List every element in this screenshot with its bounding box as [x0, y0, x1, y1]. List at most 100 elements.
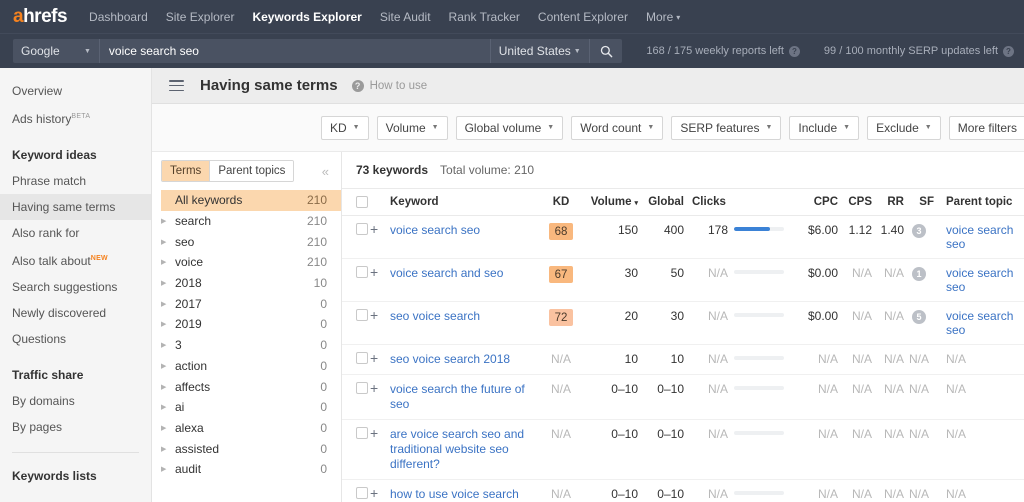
help-icon[interactable]: ?	[1003, 46, 1014, 57]
expand-triangle-icon[interactable]: ▶	[161, 300, 175, 308]
plus-icon[interactable]: +	[370, 352, 378, 365]
collapse-panel-icon[interactable]: «	[322, 164, 329, 179]
header-rr[interactable]: RR	[872, 189, 904, 216]
term-row[interactable]: ▶alexa0	[161, 418, 341, 439]
term-row[interactable]: ▶seo210	[161, 231, 341, 252]
sidebar-item-by-domains[interactable]: By domains	[0, 388, 151, 414]
keyword-link[interactable]: voice search seo	[390, 223, 540, 238]
nav-item-site-explorer[interactable]: Site Explorer	[166, 10, 235, 24]
sidebar-item-phrase-match[interactable]: Phrase match	[0, 168, 151, 194]
header-volume[interactable]: Volume▾	[582, 189, 638, 216]
term-row[interactable]: ▶20190	[161, 314, 341, 335]
country-select[interactable]: United States ▼	[491, 39, 590, 63]
row-checkbox[interactable]	[356, 487, 368, 499]
row-checkbox[interactable]	[356, 427, 368, 439]
sidebar-item-also-rank-for[interactable]: Also rank for	[0, 220, 151, 246]
filter-global-volume[interactable]: Global volume▼	[456, 116, 564, 140]
header-global[interactable]: Global	[638, 189, 684, 216]
how-to-use-link[interactable]: ? How to use	[352, 80, 428, 92]
filter-include[interactable]: Include▼	[789, 116, 859, 140]
term-row[interactable]: ▶201810	[161, 273, 341, 294]
expand-triangle-icon[interactable]: ▶	[161, 258, 175, 266]
header-cpc[interactable]: CPC	[794, 189, 838, 216]
expand-triangle-icon[interactable]: ▶	[161, 217, 175, 225]
expand-triangle-icon[interactable]: ▶	[161, 445, 175, 453]
tab-terms[interactable]: Terms	[162, 161, 209, 181]
nav-item-site-audit[interactable]: Site Audit	[380, 10, 431, 24]
plus-icon[interactable]: +	[370, 427, 378, 440]
term-row[interactable]: ▶20170	[161, 293, 341, 314]
ahrefs-logo[interactable]: ahrefs	[13, 7, 67, 26]
menu-icon[interactable]	[169, 80, 184, 91]
term-row[interactable]: ▶ai0	[161, 397, 341, 418]
row-checkbox[interactable]	[356, 223, 368, 235]
filter-more-filters[interactable]: More filters▼	[949, 116, 1024, 140]
search-engine-select[interactable]: Google ▼	[13, 39, 100, 63]
expand-triangle-icon[interactable]: ▶	[161, 238, 175, 246]
expand-triangle-icon[interactable]: ▶	[161, 341, 175, 349]
header-clicks[interactable]: Clicks	[684, 189, 728, 216]
row-checkbox[interactable]	[356, 352, 368, 364]
parent-topic-link[interactable]: voice search seo	[934, 266, 1024, 294]
nav-item-rank-tracker[interactable]: Rank Tracker	[449, 10, 520, 24]
expand-triangle-icon[interactable]: ▶	[161, 320, 175, 328]
keyword-link[interactable]: how to use voice search for seo	[390, 487, 540, 502]
nav-item-content-explorer[interactable]: Content Explorer	[538, 10, 628, 24]
sidebar-section-keywords-lists[interactable]: Keywords lists	[0, 463, 151, 489]
term-row[interactable]: ▶action0	[161, 356, 341, 377]
term-row[interactable]: ▶assisted0	[161, 438, 341, 459]
search-button[interactable]	[590, 39, 623, 63]
row-checkbox[interactable]	[356, 382, 368, 394]
plus-icon[interactable]: +	[370, 382, 378, 395]
term-row[interactable]: ▶affects0	[161, 376, 341, 397]
sidebar-item-ads-history[interactable]: Ads historyBETA	[0, 104, 151, 132]
filter-kd[interactable]: KD▼	[321, 116, 369, 140]
term-row[interactable]: ▶voice210	[161, 252, 341, 273]
plus-icon[interactable]: +	[370, 309, 378, 322]
search-input[interactable]: voice search seo	[100, 39, 491, 63]
sidebar-item-newly-discovered[interactable]: Newly discovered	[0, 300, 151, 326]
expand-triangle-icon[interactable]: ▶	[161, 362, 175, 370]
keyword-link[interactable]: are voice search seo and traditional web…	[390, 427, 540, 472]
plus-icon[interactable]: +	[370, 487, 378, 500]
keyword-link[interactable]: voice search the future of seo	[390, 382, 540, 412]
plus-icon[interactable]: +	[370, 223, 378, 236]
sidebar-item-also-talk-about[interactable]: Also talk aboutNEW	[0, 246, 151, 274]
tab-parent-topics[interactable]: Parent topics	[209, 161, 293, 181]
nav-item-keywords-explorer[interactable]: Keywords Explorer	[252, 10, 361, 24]
parent-topic-link[interactable]: voice search seo	[934, 309, 1024, 337]
sidebar-item-questions[interactable]: Questions	[0, 326, 151, 352]
expand-triangle-icon[interactable]: ▶	[161, 424, 175, 432]
term-row[interactable]: All keywords210	[161, 190, 341, 211]
keyword-link[interactable]: seo voice search	[390, 309, 540, 324]
nav-item-more[interactable]: More▾	[646, 10, 680, 24]
sidebar-item-overview[interactable]: Overview	[0, 78, 151, 104]
term-row[interactable]: ▶30	[161, 335, 341, 356]
nav-item-dashboard[interactable]: Dashboard	[89, 10, 148, 24]
filter-volume[interactable]: Volume▼	[377, 116, 448, 140]
filter-serp-features[interactable]: SERP features▼	[671, 116, 781, 140]
term-row[interactable]: ▶audit0	[161, 459, 341, 480]
filter-exclude[interactable]: Exclude▼	[867, 116, 941, 140]
sidebar-item-search-suggestions[interactable]: Search suggestions	[0, 274, 151, 300]
parent-topic-link[interactable]: voice search seo	[934, 223, 1024, 251]
expand-triangle-icon[interactable]: ▶	[161, 383, 175, 391]
row-checkbox[interactable]	[356, 266, 368, 278]
header-kd[interactable]: KD	[540, 189, 582, 216]
header-parent-topic[interactable]: Parent topic	[934, 189, 1024, 216]
sidebar-item-having-same-terms[interactable]: Having same terms	[0, 194, 151, 220]
keyword-link[interactable]: voice search and seo	[390, 266, 540, 281]
filter-word-count[interactable]: Word count▼	[571, 116, 663, 140]
plus-icon[interactable]: +	[370, 266, 378, 279]
term-row[interactable]: ▶search210	[161, 211, 341, 232]
expand-triangle-icon[interactable]: ▶	[161, 279, 175, 287]
expand-triangle-icon[interactable]: ▶	[161, 465, 175, 473]
expand-triangle-icon[interactable]: ▶	[161, 403, 175, 411]
header-sf[interactable]: SF	[904, 189, 934, 216]
header-keyword[interactable]: Keyword	[390, 189, 540, 216]
keyword-link[interactable]: seo voice search 2018	[390, 352, 540, 367]
select-all-checkbox[interactable]	[356, 196, 368, 208]
help-icon[interactable]: ?	[789, 46, 800, 57]
sidebar-item-by-pages[interactable]: By pages	[0, 414, 151, 440]
row-checkbox[interactable]	[356, 309, 368, 321]
